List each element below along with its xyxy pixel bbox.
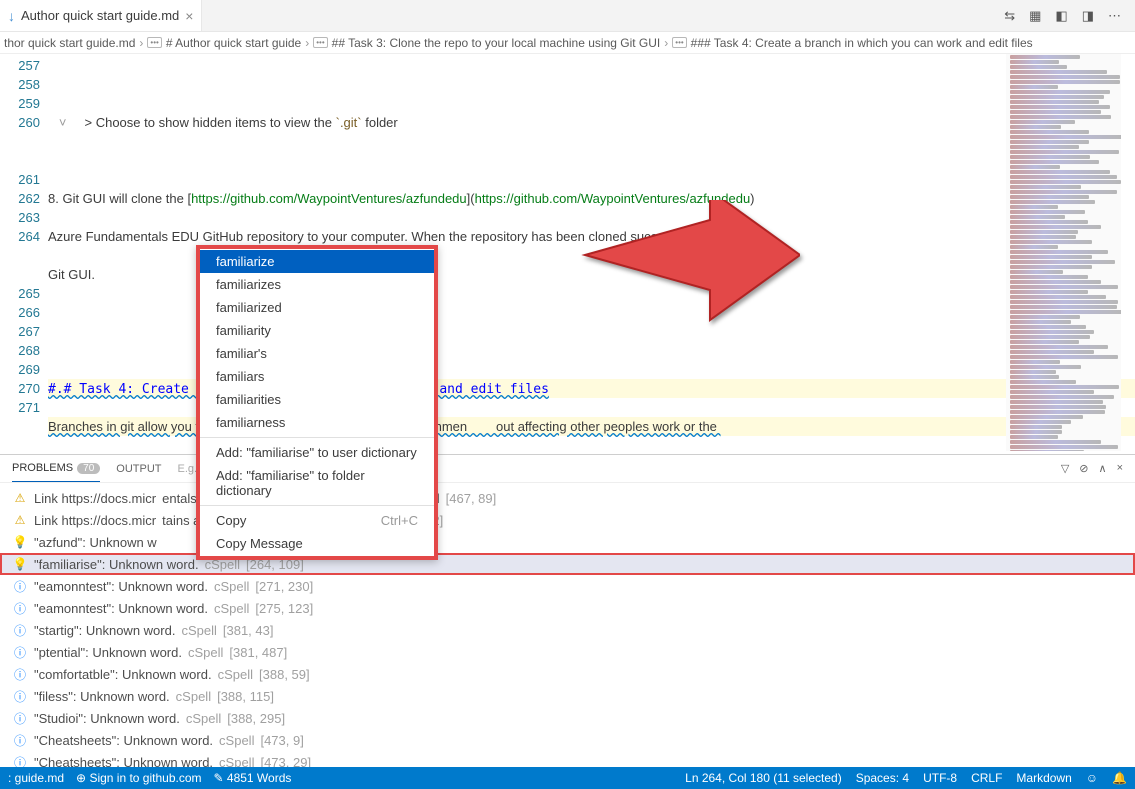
panel-tabs: PROBLEMS 70 OUTPUT E.g.: text, **/*.ts, …	[0, 455, 1135, 483]
tab-output[interactable]: OUTPUT	[116, 455, 161, 482]
feedback-icon[interactable]: ☺	[1086, 771, 1098, 785]
menu-item[interactable]: familiarizes	[200, 273, 434, 296]
status-lang[interactable]: Markdown	[1016, 771, 1071, 785]
breadcrumb-item[interactable]: ### Task 4: Create a branch in which you…	[691, 36, 1033, 50]
menu-item[interactable]: familiarized	[200, 296, 434, 319]
menu-item[interactable]: familiarity	[200, 319, 434, 342]
info-icon: ⓘ	[12, 644, 28, 661]
info-icon: ⓘ	[12, 688, 28, 705]
warn-icon: ⚠	[12, 513, 28, 527]
more-icon[interactable]: ⋯	[1108, 8, 1121, 24]
status-cursor[interactable]: Ln 264, Col 180 (11 selected)	[685, 771, 842, 785]
problem-row[interactable]: ⓘ"comfortatble": Unknown word. cSpell [3…	[0, 663, 1135, 685]
compare-icon[interactable]: ⇆	[1004, 8, 1015, 24]
filter-icon[interactable]: ▽	[1061, 462, 1069, 475]
info-icon: ⓘ	[12, 578, 28, 595]
heading-icon: •••	[313, 37, 327, 48]
problem-row[interactable]: ⓘ"Cheatsheets": Unknown word. cSpell [47…	[0, 729, 1135, 751]
menu-item[interactable]: familiar's	[200, 342, 434, 365]
problem-row[interactable]: ⓘ"ptential": Unknown word. cSpell [381, …	[0, 641, 1135, 663]
annotation-arrow	[560, 200, 800, 358]
problem-row[interactable]: ⓘ"startig": Unknown word. cSpell [381, 4…	[0, 619, 1135, 641]
breadcrumb-item[interactable]: # Author quick start guide	[166, 36, 301, 50]
spell-context-menu: familiarizefamiliarizesfamiliarizedfamil…	[196, 245, 438, 560]
menu-item[interactable]: Add: "familiarise" to user dictionary	[200, 441, 434, 464]
info-icon: ⓘ	[12, 732, 28, 749]
bulb-icon: 💡	[12, 557, 28, 571]
status-bar: : guide.md ⊕ Sign in to github.com ✎ 485…	[0, 767, 1135, 789]
bulb-icon: 💡	[12, 535, 28, 549]
preview-icon[interactable]: ▦	[1029, 8, 1041, 24]
menu-copy-message[interactable]: Copy Message	[200, 532, 434, 555]
minimap[interactable]	[1006, 54, 1121, 451]
tab-bar: ↓ Author quick start guide.md × ⇆ ▦ ◧ ◨ …	[0, 0, 1135, 32]
collapse-icon[interactable]: ∧	[1099, 462, 1107, 475]
menu-item[interactable]: Add: "familiarise" to folder dictionary	[200, 464, 434, 502]
tab-actions: ⇆ ▦ ◧ ◨ ⋯	[1004, 8, 1135, 24]
split-icon-1[interactable]: ◧	[1055, 8, 1067, 24]
gutter: 2572582592602612622632642652662672682692…	[0, 54, 48, 454]
tab-title: Author quick start guide.md	[21, 8, 179, 23]
breadcrumbs[interactable]: thor quick start guide.md› ••• # Author …	[0, 32, 1135, 54]
menu-item[interactable]: familiarness	[200, 411, 434, 434]
problem-row[interactable]: ⓘ"eamonntest": Unknown word. cSpell [275…	[0, 597, 1135, 619]
problem-row[interactable]: 💡"familiarise": Unknown word. cSpell [26…	[0, 553, 1135, 575]
bell-icon[interactable]: 🔔	[1112, 771, 1127, 785]
info-icon: ⓘ	[12, 710, 28, 727]
breadcrumb-item[interactable]: thor quick start guide.md	[4, 36, 135, 50]
heading-icon: •••	[147, 37, 161, 48]
status-encoding[interactable]: UTF-8	[923, 771, 957, 785]
menu-item[interactable]: familiars	[200, 365, 434, 388]
split-icon-2[interactable]: ◨	[1082, 8, 1094, 24]
breadcrumb-item[interactable]: ## Task 3: Clone the repo to your local …	[332, 36, 661, 50]
bottom-panel: PROBLEMS 70 OUTPUT E.g.: text, **/*.ts, …	[0, 454, 1135, 769]
problem-row[interactable]: ⓘ"eamonntest": Unknown word. cSpell [271…	[0, 575, 1135, 597]
close-icon[interactable]: ×	[185, 8, 193, 24]
problem-row[interactable]: 💡"azfund": Unknown w	[0, 531, 1135, 553]
heading-icon: •••	[672, 37, 686, 48]
menu-copy[interactable]: CopyCtrl+C	[200, 509, 434, 532]
menu-item[interactable]: familiarities	[200, 388, 434, 411]
info-icon: ⓘ	[12, 666, 28, 683]
problems-list[interactable]: ⚠Link https://docs.micr entals contains …	[0, 483, 1135, 769]
editor-tab[interactable]: ↓ Author quick start guide.md ×	[0, 0, 202, 31]
warn-icon: ⚠	[12, 491, 28, 505]
fold-icon[interactable]: ˅	[48, 115, 70, 130]
menu-item[interactable]: familiarize	[200, 250, 434, 273]
status-spaces[interactable]: Spaces: 4	[856, 771, 909, 785]
status-words[interactable]: ✎ 4851 Words	[214, 771, 292, 785]
problem-row[interactable]: ⚠Link https://docs.micr entals contains …	[0, 487, 1135, 509]
status-github[interactable]: ⊕ Sign in to github.com	[76, 771, 201, 785]
status-file[interactable]: : guide.md	[8, 771, 64, 785]
clear-icon[interactable]: ⊘	[1079, 462, 1088, 475]
problem-row[interactable]: ⚠Link https://docs.micr tains a language…	[0, 509, 1135, 531]
problem-row[interactable]: ⓘ"Studioi": Unknown word. cSpell [388, 2…	[0, 707, 1135, 729]
status-eol[interactable]: CRLF	[971, 771, 1002, 785]
panel-close-icon[interactable]: ×	[1117, 462, 1123, 475]
problems-badge: 70	[77, 463, 100, 474]
problem-row[interactable]: ⓘ"filess": Unknown word. cSpell [388, 11…	[0, 685, 1135, 707]
info-icon: ⓘ	[12, 600, 28, 617]
markdown-icon: ↓	[8, 8, 15, 24]
info-icon: ⓘ	[12, 622, 28, 639]
